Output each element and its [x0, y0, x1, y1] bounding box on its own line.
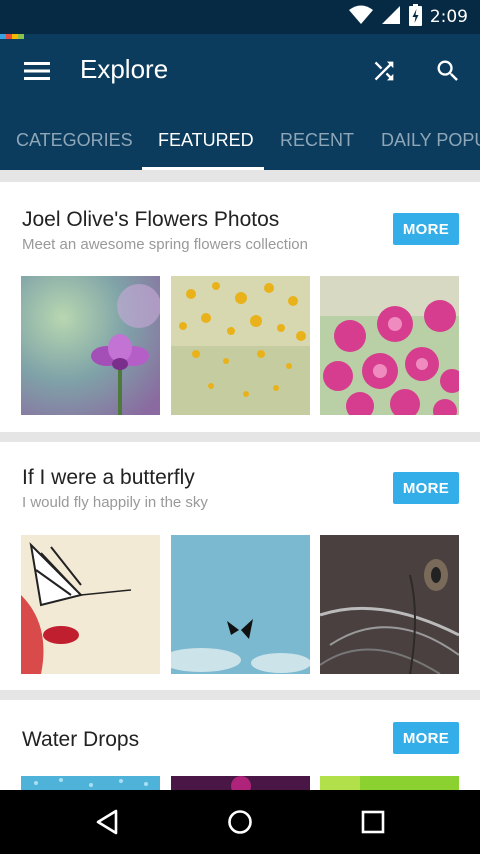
yellow-flowers-photo[interactable] — [171, 276, 310, 415]
tab-categories[interactable]: CATEGORIES — [16, 108, 133, 170]
butterfly-lips-photo[interactable] — [21, 535, 160, 674]
back-icon[interactable] — [92, 806, 124, 838]
collection-subtitle: Meet an awesome spring flowers collectio… — [22, 236, 308, 253]
hamburger-menu-icon[interactable] — [22, 58, 52, 84]
toolbar: Explore — [0, 34, 480, 108]
water-drops-green-photo[interactable] — [320, 776, 459, 790]
collection-card: If I were a butterfly I would fly happil… — [0, 442, 480, 690]
butterfly-grass-photo[interactable] — [320, 535, 459, 674]
home-icon[interactable] — [224, 806, 256, 838]
tab-featured[interactable]: FEATURED — [158, 108, 254, 170]
collection-subtitle: I would fly happily in the sky — [22, 494, 208, 511]
tab-daily-popular[interactable]: DAILY POPU — [381, 108, 480, 170]
cell-signal-icon — [381, 5, 401, 30]
wifi-icon — [348, 5, 373, 30]
shuffle-icon[interactable] — [370, 57, 398, 85]
collection-title: Water Drops — [22, 728, 140, 751]
navigation-bar — [0, 790, 480, 854]
more-button[interactable]: MORE — [393, 213, 459, 245]
color-strip — [0, 34, 24, 39]
purple-flower-photo[interactable] — [21, 276, 160, 415]
pink-flowers-photo[interactable] — [320, 276, 459, 415]
butterfly-sky-photo[interactable] — [171, 535, 310, 674]
collection-card: Joel Olive's Flowers Photos Meet an awes… — [0, 182, 480, 432]
more-button[interactable]: MORE — [393, 722, 459, 754]
more-button[interactable]: MORE — [393, 472, 459, 504]
tab-bar: CATEGORIES FEATURED RECENT DAILY POPU — [0, 108, 480, 170]
recents-icon[interactable] — [357, 806, 389, 838]
search-icon[interactable] — [434, 57, 462, 85]
status-bar: 2:09 — [0, 0, 480, 34]
collections-list: Joel Olive's Flowers Photos Meet an awes… — [0, 170, 480, 790]
battery-charging-icon — [408, 3, 422, 31]
collection-title: Joel Olive's Flowers Photos — [22, 208, 280, 231]
tab-recent[interactable]: RECENT — [280, 108, 354, 170]
collection-card: Water Drops MORE — [0, 700, 480, 790]
app-bar: Explore CATEGORIES FEATURED RECENT DAILY… — [0, 34, 480, 170]
status-time: 2:09 — [429, 7, 468, 27]
page-title: Explore — [80, 54, 169, 84]
water-drops-purple-photo[interactable] — [171, 776, 310, 790]
collection-title: If I were a butterfly — [22, 466, 195, 489]
water-drops-blue-photo[interactable] — [21, 776, 160, 790]
